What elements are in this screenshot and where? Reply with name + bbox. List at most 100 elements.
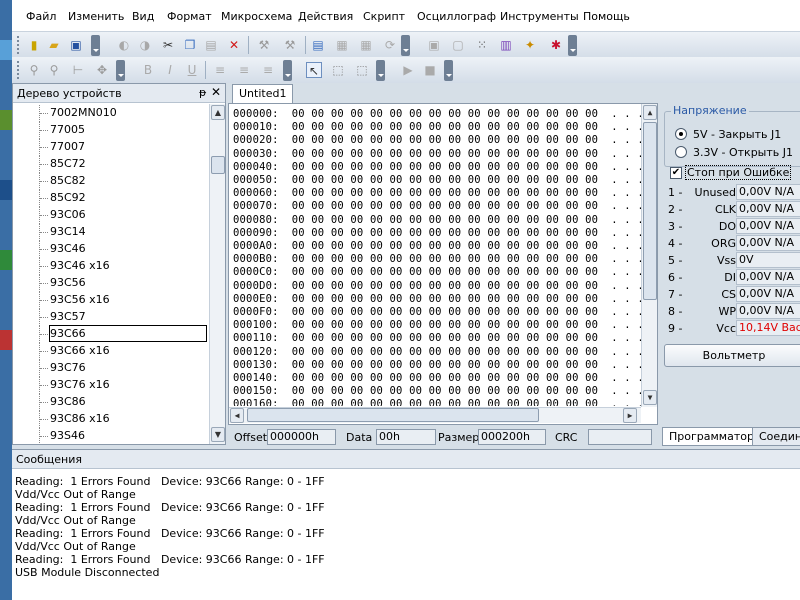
tree-item[interactable]: 93C76 xyxy=(39,360,209,377)
toolbar-overflow-button[interactable] xyxy=(568,35,577,56)
tree-item[interactable]: 93S46 xyxy=(39,428,209,444)
toolbar-overflow-button[interactable] xyxy=(116,60,125,81)
menu-tools[interactable]: Инструменты xyxy=(500,10,579,23)
measure-icon[interactable]: ⊢ xyxy=(70,62,86,78)
stop-icon[interactable]: ■ xyxy=(422,62,438,78)
tree-item[interactable]: 93C06 xyxy=(39,207,209,224)
tree-item[interactable]: 85C92 xyxy=(39,190,209,207)
chip-read-icon[interactable]: ⚒ xyxy=(256,37,272,53)
hex-row[interactable]: 000150: 00 00 00 00 00 00 00 00 00 00 00… xyxy=(233,385,641,398)
play-icon[interactable]: ▶ xyxy=(400,62,416,78)
hex-vertical-scrollbar[interactable]: ▲ ▼ xyxy=(641,104,657,407)
tree-item[interactable]: 93C46 xyxy=(39,241,209,258)
move-icon[interactable]: ✥ xyxy=(94,62,110,78)
menu-chip[interactable]: Микросхема xyxy=(221,10,292,23)
hex-row[interactable]: 0000D0: 00 00 00 00 00 00 00 00 00 00 00… xyxy=(233,280,641,293)
hex-row[interactable]: 000020: 00 00 00 00 00 00 00 00 00 00 00… xyxy=(233,134,641,147)
refresh-icon[interactable]: ⟳ xyxy=(382,37,398,53)
settings-icon[interactable]: ▥ xyxy=(498,37,514,53)
tree-item[interactable]: 77007 xyxy=(39,139,209,156)
tree-item[interactable]: 93C46 x16 xyxy=(39,258,209,275)
select-zoom-icon[interactable]: ⬚ xyxy=(330,62,346,78)
scroll-left-button[interactable]: ◀ xyxy=(230,408,244,423)
voltmeter-button[interactable]: Вольтметр xyxy=(664,344,800,367)
toolbar-overflow-button[interactable] xyxy=(444,60,453,81)
insert-icon[interactable]: ▣ xyxy=(426,37,442,53)
radio-5v-label[interactable]: 5V - Закрыть J1 xyxy=(693,128,781,141)
tree-item[interactable]: 85C72 xyxy=(39,156,209,173)
select-region-icon[interactable]: ⬚ xyxy=(354,62,370,78)
toolbar-grip[interactable] xyxy=(17,36,20,54)
hex-row[interactable]: 000050: 00 00 00 00 00 00 00 00 00 00 00… xyxy=(233,174,641,187)
dec-view-icon[interactable]: ▦ xyxy=(358,37,374,53)
toolbar-overflow-button[interactable] xyxy=(401,35,410,56)
toolbar-overflow-button[interactable] xyxy=(91,35,100,56)
delete-icon[interactable]: ✕ xyxy=(226,37,242,53)
cut-icon[interactable]: ✂ xyxy=(160,37,176,53)
tab-programmer[interactable]: Программатор xyxy=(662,427,761,446)
align-center-icon[interactable]: ≡ xyxy=(236,62,252,78)
pin-icon[interactable]: ᵽ xyxy=(199,86,206,99)
hex-row[interactable]: 000110: 00 00 00 00 00 00 00 00 00 00 00… xyxy=(233,332,641,345)
scroll-up-button[interactable]: ▲ xyxy=(643,105,657,120)
bold-icon[interactable]: B xyxy=(140,62,156,78)
hex-row[interactable]: 000080: 00 00 00 00 00 00 00 00 00 00 00… xyxy=(233,214,641,227)
hex-row[interactable]: 000030: 00 00 00 00 00 00 00 00 00 00 00… xyxy=(233,148,641,161)
zoom-in-icon[interactable]: ⚲ xyxy=(26,62,42,78)
tree-item[interactable]: 93C66 x16 xyxy=(39,343,209,360)
tree-item[interactable]: 93C86 xyxy=(39,394,209,411)
hex-row[interactable]: 0000A0: 00 00 00 00 00 00 00 00 00 00 00… xyxy=(233,240,641,253)
menu-help[interactable]: Помощь xyxy=(583,10,630,23)
close-icon[interactable]: ✕ xyxy=(211,85,221,99)
radio-5v[interactable] xyxy=(675,128,687,140)
menu-actions[interactable]: Действия xyxy=(298,10,353,23)
tree-item[interactable]: 93C56 x16 xyxy=(39,292,209,309)
menu-oscilloscope[interactable]: Осциллограф xyxy=(417,10,496,23)
device-tree-scrollbar[interactable]: ▲ ▼ xyxy=(209,104,225,444)
hex-row[interactable]: 000130: 00 00 00 00 00 00 00 00 00 00 00… xyxy=(233,359,641,372)
scroll-thumb[interactable] xyxy=(211,156,225,174)
tree-item[interactable]: 93C86 x16 xyxy=(39,411,209,428)
new-file-icon[interactable]: ▮ xyxy=(26,37,42,53)
tree-item[interactable]: 77005 xyxy=(39,122,209,139)
scroll-down-button[interactable]: ▼ xyxy=(643,390,657,405)
hex-row[interactable]: 0000C0: 00 00 00 00 00 00 00 00 00 00 00… xyxy=(233,266,641,279)
tree-item[interactable]: 85C82 xyxy=(39,173,209,190)
menu-file[interactable]: Файл xyxy=(26,10,56,23)
menu-view[interactable]: Вид xyxy=(132,10,154,23)
grid-icon[interactable]: ⁙ xyxy=(474,37,490,53)
tree-item[interactable]: 7002MN010 xyxy=(39,105,209,122)
hex-editor[interactable]: 000000: 00 00 00 00 00 00 00 00 00 00 00… xyxy=(228,103,658,425)
tree-item[interactable]: 93C76 x16 xyxy=(39,377,209,394)
scroll-thumb[interactable] xyxy=(247,408,539,422)
scroll-right-button[interactable]: ▶ xyxy=(623,408,637,423)
hex-row[interactable]: 000000: 00 00 00 00 00 00 00 00 00 00 00… xyxy=(233,108,641,121)
tree-item[interactable]: 93C14 xyxy=(39,224,209,241)
stop-on-error-label[interactable]: Стоп при Ошибке xyxy=(684,165,792,180)
hex-row[interactable]: 000160: 00 00 00 00 00 00 00 00 00 00 00… xyxy=(233,398,641,406)
open-folder-icon[interactable]: ▰ xyxy=(46,37,62,53)
save-icon[interactable]: ▣ xyxy=(68,37,84,53)
hex-row[interactable]: 000060: 00 00 00 00 00 00 00 00 00 00 00… xyxy=(233,187,641,200)
italic-icon[interactable]: I xyxy=(162,62,178,78)
hex-row[interactable]: 0000B0: 00 00 00 00 00 00 00 00 00 00 00… xyxy=(233,253,641,266)
scroll-thumb[interactable] xyxy=(643,122,657,300)
hex-row[interactable]: 000120: 00 00 00 00 00 00 00 00 00 00 00… xyxy=(233,346,641,359)
hex-horizontal-scrollbar[interactable]: ◀ ▶ xyxy=(229,407,641,423)
stop-on-error-checkbox[interactable]: ✔ xyxy=(670,167,682,179)
toolbar-overflow-button[interactable] xyxy=(376,60,385,81)
hex-view-icon[interactable]: ▦ xyxy=(334,37,350,53)
menu-script[interactable]: Скрипт xyxy=(363,10,405,23)
align-left-icon[interactable]: ≡ xyxy=(212,62,228,78)
hex-row[interactable]: 0000E0: 00 00 00 00 00 00 00 00 00 00 00… xyxy=(233,293,641,306)
align-right-icon[interactable]: ≡ xyxy=(260,62,276,78)
tree-item[interactable]: 93C56 xyxy=(39,275,209,292)
tab-connection[interactable]: Соедине xyxy=(752,427,800,446)
chip-write-icon[interactable]: ⚒ xyxy=(282,37,298,53)
back-icon[interactable]: ◐ xyxy=(116,37,132,53)
copy-icon[interactable]: ❐ xyxy=(182,37,198,53)
cursor-arrow-icon[interactable]: ↖ xyxy=(306,62,322,78)
tab-untitled1[interactable]: Untited1 xyxy=(232,84,294,103)
hex-row[interactable]: 0000F0: 00 00 00 00 00 00 00 00 00 00 00… xyxy=(233,306,641,319)
remove-icon[interactable]: ▢ xyxy=(450,37,466,53)
